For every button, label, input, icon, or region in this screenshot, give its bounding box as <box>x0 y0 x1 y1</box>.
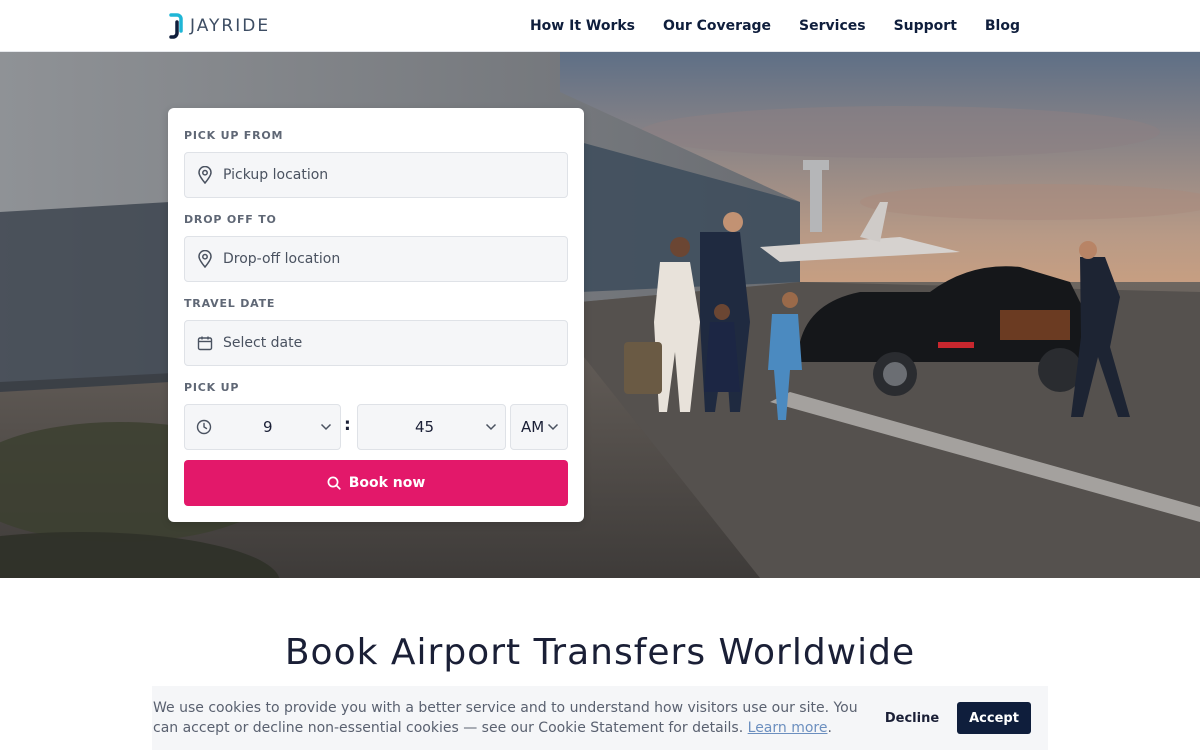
dropoff-location-input[interactable]: Drop-off location <box>184 236 568 282</box>
hour-select[interactable]: 9 <box>184 404 341 450</box>
chevron-down-icon <box>547 423 559 431</box>
clock-icon <box>196 419 212 435</box>
nav-how-it-works[interactable]: How It Works <box>530 18 635 34</box>
dropoff-placeholder: Drop-off location <box>223 251 341 267</box>
pickup-time-label: PICK UP <box>184 381 240 394</box>
learn-more-link[interactable]: Learn more <box>748 720 828 736</box>
hour-value: 9 <box>263 418 273 436</box>
jayride-logo[interactable]: JAYRIDE <box>168 12 270 40</box>
pickup-location-input[interactable]: Pickup location <box>184 152 568 198</box>
period-select[interactable]: AM <box>510 404 568 450</box>
pickup-label: PICK UP FROM <box>184 129 284 142</box>
nav-our-coverage[interactable]: Our Coverage <box>663 18 771 34</box>
minute-select[interactable]: 45 <box>357 404 506 450</box>
decline-button[interactable]: Decline <box>876 702 948 734</box>
nav-services[interactable]: Services <box>799 18 866 34</box>
booking-form: PICK UP FROM Pickup location DROP OFF TO… <box>168 108 584 522</box>
map-pin-icon <box>198 250 212 268</box>
chevron-down-icon <box>320 423 332 431</box>
cookie-suffix: . <box>827 720 832 736</box>
date-placeholder: Select date <box>223 335 303 351</box>
chevron-down-icon <box>485 423 497 431</box>
logo-mark-icon <box>169 13 183 39</box>
nav-support[interactable]: Support <box>894 18 957 34</box>
site-header: JAYRIDE How It Works Our Coverage Servic… <box>0 0 1200 52</box>
cookie-banner: We use cookies to provide you with a bet… <box>152 686 1048 750</box>
search-icon <box>327 476 341 490</box>
cookie-message: We use cookies to provide you with a bet… <box>153 698 865 738</box>
pickup-placeholder: Pickup location <box>223 167 329 183</box>
pickup-time-row: 9 : 45 AM <box>184 404 568 450</box>
book-now-button[interactable]: Book now <box>184 460 568 506</box>
logo-text: JAYRIDE <box>190 16 271 36</box>
period-value: AM <box>521 418 545 436</box>
time-separator: : <box>344 415 351 435</box>
travel-date-input[interactable]: Select date <box>184 320 568 366</box>
dropoff-label: DROP OFF TO <box>184 213 277 226</box>
minute-value: 45 <box>415 418 435 436</box>
nav-blog[interactable]: Blog <box>985 18 1020 34</box>
book-now-label: Book now <box>348 475 426 491</box>
page-title: Book Airport Transfers Worldwide <box>284 632 916 673</box>
calendar-icon <box>197 336 213 351</box>
accept-button[interactable]: Accept <box>957 702 1031 734</box>
main-nav: How It Works Our Coverage Services Suppo… <box>530 0 1020 52</box>
travel-date-label: TRAVEL DATE <box>184 297 276 310</box>
map-pin-icon <box>198 166 212 184</box>
